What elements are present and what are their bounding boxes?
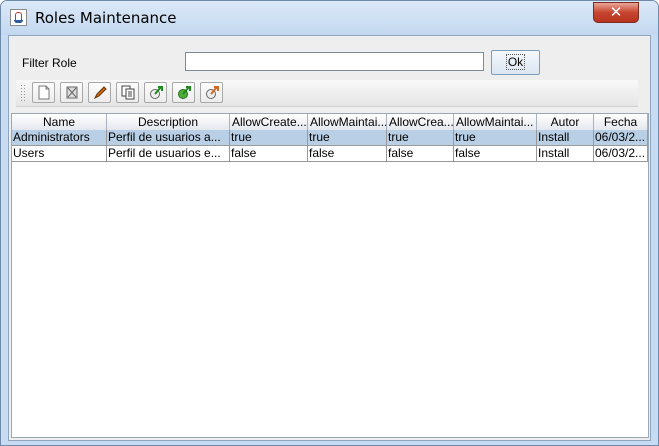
copy-button[interactable] (116, 82, 139, 103)
filter-role-label: Filter Role (22, 56, 77, 70)
table-cell: Perfil de usuarios e... (107, 146, 230, 162)
delete-button[interactable] (60, 82, 83, 103)
table-cell: false (454, 146, 537, 162)
delete-icon (66, 86, 77, 99)
copy-icon (121, 85, 134, 100)
new-document-icon (38, 85, 49, 100)
table-row[interactable]: Administrators Perfil de usuarios a... t… (12, 130, 648, 146)
column-header-allow-maintain-1[interactable]: AllowMaintai... (308, 114, 387, 130)
edit-button[interactable] (88, 82, 111, 103)
table-header: Name Description AllowCreate... AllowMai… (12, 114, 648, 131)
roles-maintenance-window: Roles Maintenance ✕ Filter Role Ok Name … (0, 0, 659, 446)
roles-table[interactable]: Name Description AllowCreate... AllowMai… (11, 113, 649, 438)
table-cell: false (230, 146, 308, 162)
ok-button-label: Ok (505, 54, 526, 70)
table-cell: Perfil de usuarios a... (107, 130, 230, 146)
table-cell: true (387, 130, 454, 146)
assign-green-icon (149, 86, 163, 99)
content-panel: Filter Role Ok Name Description AllowCre… (8, 35, 651, 441)
window-title: Roles Maintenance (35, 9, 177, 27)
table-row[interactable]: Users Perfil de usuarios e... false fals… (12, 146, 648, 162)
filter-role-input[interactable] (185, 52, 484, 71)
close-button[interactable]: ✕ (593, 2, 639, 23)
table-cell: Install (537, 146, 594, 162)
export-button[interactable] (200, 82, 223, 103)
title-bar[interactable]: Roles Maintenance ✕ (1, 1, 658, 35)
assign-all-green-icon (177, 86, 191, 99)
table-cell: true (308, 130, 387, 146)
new-button[interactable] (32, 82, 55, 103)
table-cell: 06/03/2... (594, 146, 648, 162)
table-cell: false (308, 146, 387, 162)
column-header-autor[interactable]: Autor (537, 114, 594, 130)
column-header-description[interactable]: Description (107, 114, 230, 130)
table-cell: Administrators (12, 130, 107, 146)
edit-pencil-icon (93, 86, 107, 100)
column-header-name[interactable]: Name (12, 114, 107, 130)
table-cell: false (387, 146, 454, 162)
ok-button[interactable]: Ok (491, 50, 540, 75)
column-header-allow-maintain-2[interactable]: AllowMaintai... (454, 114, 537, 130)
column-header-allow-create-1[interactable]: AllowCreate... (230, 114, 308, 130)
assign-all-button[interactable] (172, 82, 195, 103)
assign-button[interactable] (144, 82, 167, 103)
table-cell: 06/03/2... (594, 130, 648, 146)
table-cell: Users (12, 146, 107, 162)
table-cell: true (230, 130, 308, 146)
toolbar (16, 80, 638, 107)
table-cell: true (454, 130, 537, 146)
export-orange-icon (205, 86, 219, 99)
toolbar-grip-handle[interactable] (20, 84, 26, 102)
java-app-icon (10, 9, 27, 26)
column-header-fecha[interactable]: Fecha (594, 114, 648, 130)
column-header-allow-create-2[interactable]: AllowCrea... (387, 114, 454, 130)
table-cell: Install (537, 130, 594, 146)
